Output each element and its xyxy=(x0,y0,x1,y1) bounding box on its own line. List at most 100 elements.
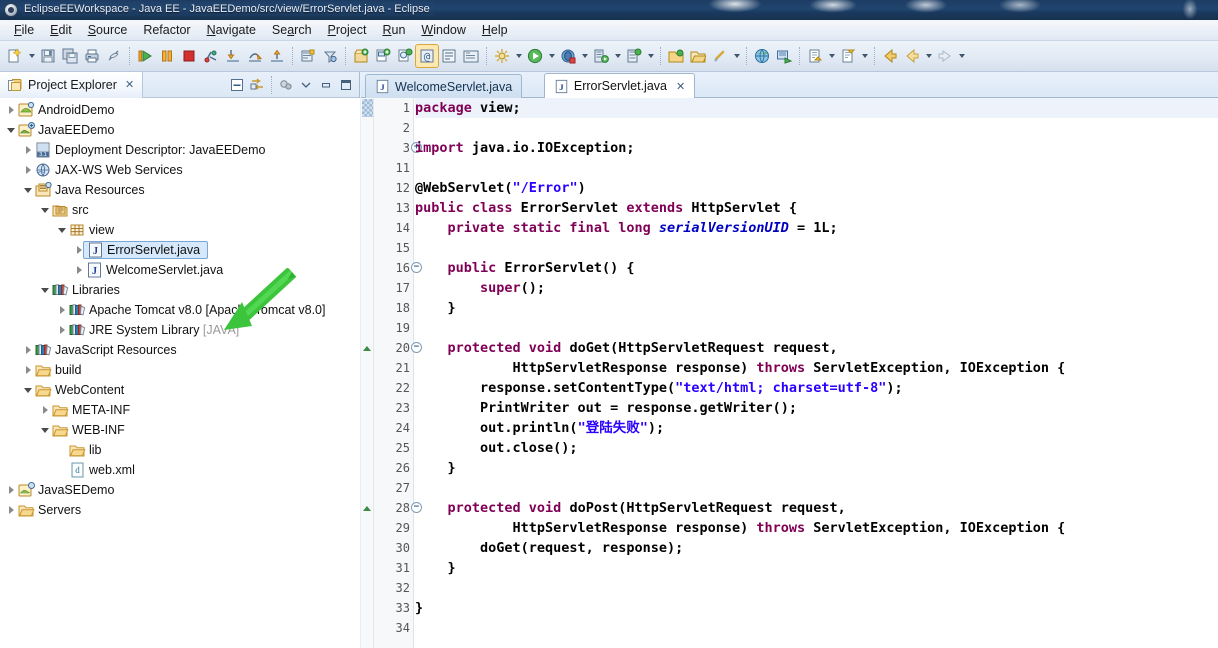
new-java-class-button[interactable] xyxy=(372,45,394,67)
menu-source[interactable]: Source xyxy=(80,21,136,39)
resume-button[interactable] xyxy=(134,45,156,67)
editor-tab-errorservlet-java[interactable]: J ErrorServlet.java ✕ xyxy=(543,73,696,98)
run-server-button[interactable] xyxy=(590,45,612,67)
tree-item-web-xml[interactable]: d web.xml xyxy=(0,460,360,480)
chevron-right-icon[interactable] xyxy=(4,100,18,120)
chevron-down-icon[interactable] xyxy=(923,45,934,67)
tree-item-web-inf[interactable]: WEB-INF xyxy=(0,420,360,440)
menu-refactor[interactable]: Refactor xyxy=(135,21,198,39)
run-button[interactable] xyxy=(524,45,546,67)
minimize-view-icon[interactable] xyxy=(317,75,335,95)
tree-item-jax-ws-web-services[interactable]: JAX-WS Web Services xyxy=(0,160,360,180)
tab-project-explorer[interactable]: Project Explorer ✕ xyxy=(0,72,144,98)
code-line[interactable]: } xyxy=(415,458,1218,478)
step-over-button[interactable] xyxy=(244,45,266,67)
menu-file[interactable]: File xyxy=(6,21,42,39)
chevron-down-icon[interactable] xyxy=(38,280,52,300)
menu-search[interactable]: Search xyxy=(264,21,320,39)
chevron-down-icon[interactable] xyxy=(513,45,524,67)
chevron-down-icon[interactable] xyxy=(612,45,623,67)
run-as-applet-button[interactable] xyxy=(773,45,795,67)
close-icon[interactable]: ✕ xyxy=(676,80,685,93)
chevron-down-icon[interactable] xyxy=(21,180,35,200)
code-line[interactable]: } xyxy=(415,558,1218,578)
annotation-ruler[interactable] xyxy=(361,98,374,648)
open-folder-button[interactable] xyxy=(687,45,709,67)
tree-item-javasedemo[interactable]: JavaSEDemo xyxy=(0,480,360,500)
tree-item-jre-system-library[interactable]: JRE System Library [JAVA] xyxy=(0,320,360,340)
menu-edit[interactable]: Edit xyxy=(42,21,80,39)
chevron-down-icon[interactable] xyxy=(26,45,37,67)
next-annotation-button[interactable] xyxy=(804,45,826,67)
chevron-down-icon[interactable] xyxy=(21,380,35,400)
tree-item-lib[interactable]: lib xyxy=(0,440,360,460)
chevron-down-icon[interactable] xyxy=(859,45,870,67)
tree-item-deployment-descriptor-javaeedemo[interactable]: 3.1 Deployment Descriptor: JavaEEDemo xyxy=(0,140,360,160)
tree-item-java-resources[interactable]: Java Resources xyxy=(0,180,360,200)
tree-item-apache-tomcat-v8-0-apache-tomcat-v8-0[interactable]: Apache Tomcat v8.0 [Apache Tomcat v8.0] xyxy=(0,300,360,320)
back-button[interactable] xyxy=(879,45,901,67)
web-browser-button[interactable] xyxy=(751,45,773,67)
code-line[interactable] xyxy=(415,478,1218,498)
tree-item-errorservlet-java[interactable]: J ErrorServlet.java xyxy=(0,240,360,260)
new-java-interface-button[interactable] xyxy=(394,45,416,67)
code-line[interactable]: import java.io.IOException; xyxy=(415,138,1218,158)
tree-item-src[interactable]: src xyxy=(0,200,360,220)
code-line[interactable]: package view; xyxy=(415,98,1218,118)
forward-back-button[interactable] xyxy=(901,45,923,67)
code-line[interactable]: } xyxy=(415,298,1218,318)
save-button[interactable] xyxy=(37,45,59,67)
code-line[interactable]: doGet(request, response); xyxy=(415,538,1218,558)
code-line[interactable]: out.close(); xyxy=(415,438,1218,458)
open-task-button[interactable] xyxy=(665,45,687,67)
editor-tab-welcomeservlet-java[interactable]: J WelcomeServlet.java xyxy=(365,74,523,98)
chevron-down-icon[interactable] xyxy=(645,45,656,67)
code-line[interactable] xyxy=(415,238,1218,258)
terminate-button[interactable] xyxy=(178,45,200,67)
previous-annotation-button[interactable] xyxy=(837,45,859,67)
tree-item-androiddemo[interactable]: AndroidDemo xyxy=(0,100,360,120)
code-line[interactable] xyxy=(415,578,1218,598)
tree-item-build[interactable]: build xyxy=(0,360,360,380)
tree-item-meta-inf[interactable]: META-INF xyxy=(0,400,360,420)
new-wizard-button[interactable] xyxy=(4,45,26,67)
code-line[interactable]: response.setContentType("text/html; char… xyxy=(415,378,1218,398)
code-line[interactable]: HttpServletResponse response) throws Ser… xyxy=(415,518,1218,538)
step-return-button[interactable] xyxy=(266,45,288,67)
save-all-button[interactable] xyxy=(59,45,81,67)
link-button[interactable] xyxy=(709,45,731,67)
chevron-right-icon[interactable] xyxy=(55,320,69,340)
code-line[interactable]: public ErrorServlet() { xyxy=(415,258,1218,278)
chevron-right-icon[interactable] xyxy=(38,400,52,420)
new-source-folder-button[interactable] xyxy=(460,45,482,67)
tree-item-servers[interactable]: Servers xyxy=(0,500,360,520)
forward-button[interactable] xyxy=(934,45,956,67)
chevron-right-icon[interactable] xyxy=(21,360,35,380)
code-line[interactable] xyxy=(415,158,1218,178)
chevron-down-icon[interactable] xyxy=(579,45,590,67)
tree-item-libraries[interactable]: Libraries xyxy=(0,280,360,300)
collapse-all-icon[interactable] xyxy=(228,75,246,95)
search-button[interactable] xyxy=(319,45,341,67)
tree-item-javaeedemo[interactable]: JavaEEDemo xyxy=(0,120,360,140)
tree-item-view[interactable]: view xyxy=(0,220,360,240)
chevron-down-icon[interactable] xyxy=(546,45,557,67)
override-annotation-marker[interactable] xyxy=(362,503,372,513)
code-line[interactable]: } xyxy=(415,598,1218,618)
suspend-button[interactable] xyxy=(156,45,178,67)
source-code[interactable]: package view; import java.io.IOException… xyxy=(415,98,1218,648)
chevron-down-icon[interactable] xyxy=(4,120,18,140)
tree-item-javascript-resources[interactable]: JavaScript Resources xyxy=(0,340,360,360)
menu-help[interactable]: Help xyxy=(474,21,516,39)
focus-on-active-task-icon[interactable] xyxy=(277,75,295,95)
tree-item-welcomeservlet-java[interactable]: J WelcomeServlet.java xyxy=(0,260,360,280)
maximize-view-icon[interactable] xyxy=(337,75,355,95)
chevron-right-icon[interactable] xyxy=(21,160,35,180)
menu-run[interactable]: Run xyxy=(374,21,413,39)
chevron-right-icon[interactable] xyxy=(4,480,18,500)
chevron-right-icon[interactable] xyxy=(72,260,86,280)
project-tree[interactable]: AndroidDemo JavaEEDemo 3.1 Deployment Descr… xyxy=(0,98,360,648)
code-line[interactable]: HttpServletResponse response) throws Ser… xyxy=(415,358,1218,378)
code-line[interactable]: PrintWriter out = response.getWriter(); xyxy=(415,398,1218,418)
chevron-down-icon[interactable] xyxy=(731,45,742,67)
